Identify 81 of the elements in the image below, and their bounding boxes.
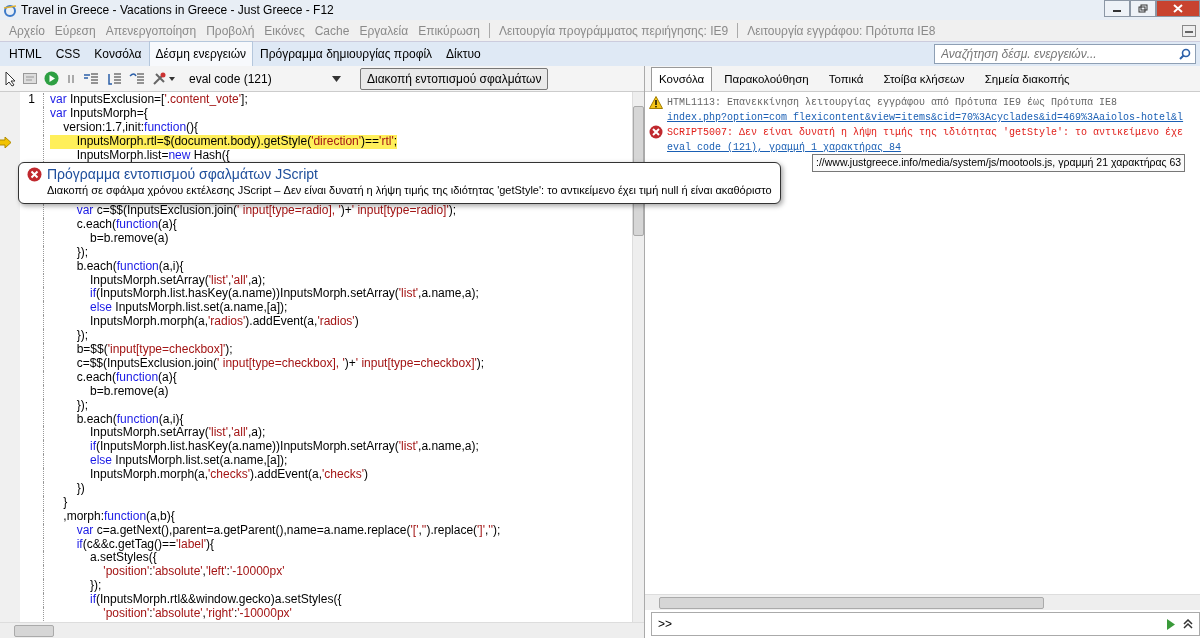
pause-icon[interactable] <box>66 72 76 85</box>
unpin-icon[interactable] <box>1182 24 1196 37</box>
tab[interactable]: Πρόγραμμα δημιουργίας προφίλ <box>253 41 440 66</box>
run-icon[interactable] <box>1167 618 1175 630</box>
code-line: b.each(function(a,i){ <box>75 412 184 427</box>
window-title: Travel in Greece - Vacations in Greece - Just Greece - F12 <box>21 2 335 19</box>
console-input[interactable]: >> <box>651 612 1200 636</box>
pointer-icon[interactable] <box>4 70 16 87</box>
tools-dropdown-icon[interactable] <box>152 71 176 86</box>
search-field[interactable]: Αναζήτηση δέσμ. ενεργειών... <box>934 44 1196 64</box>
code-line: if(InputsMorph.list.hasKey(a.name))InputsMorph.setArray('list',a.name,a); <box>89 440 479 455</box>
code-line: else InputsMorph.list.set(a.name,[a]); <box>89 301 288 316</box>
search-icon <box>1179 48 1191 60</box>
script-dropdown[interactable]: eval code (121) <box>183 69 343 88</box>
tab[interactable]: CSS <box>48 41 88 66</box>
code-line: c=$$(InputsExclusion.join(' input[type=checkbox], ')+' input[type=checkbox]'); <box>75 356 485 371</box>
play-icon[interactable] <box>44 71 59 86</box>
console-message: HTML1113: Επανεκκίνηση λειτουργίας εγγράφου από Πρότυπα IE9 έως Πρότυπα IE8 <box>667 96 1119 110</box>
code-line: b=b.remove(a) <box>90 231 169 246</box>
code-line: if(InputsMorph.rtl&&window.gecko)a.setStyles({ <box>89 593 342 607</box>
code-line: c.each(function(a){ <box>75 370 177 385</box>
code-line: c.each(function(a){ <box>75 218 177 232</box>
tab[interactable]: Δέσμη ενεργειών <box>148 41 254 66</box>
popup-title: Πρόγραμμα εντοπισμού σφαλμάτων JScript <box>47 166 318 184</box>
maximize-button[interactable] <box>1130 0 1156 17</box>
line-number: 1 <box>28 92 35 106</box>
source-link[interactable]: eval code (121), γραμμή 1 χαρακτήρας 84 <box>667 140 902 155</box>
tab[interactable]: Κονσόλα <box>87 41 149 66</box>
code-line: } <box>62 495 68 510</box>
console-message: SCRIPT5007: Δεν είναι δυνατή η λήψη τιμής της ιδιότητας 'getStyle': το αντικείμενο έχε <box>667 126 1184 140</box>
code-line: var InputsMorph={ <box>50 106 148 121</box>
code-line: }); <box>89 579 102 594</box>
code-line: }); <box>75 245 88 260</box>
tab[interactable]: Δίκτυο <box>439 41 488 66</box>
code-line: InputsMorph.morph(a,'checks').addEvent(a,'checks') <box>89 468 368 482</box>
step-over-icon[interactable] <box>106 71 122 86</box>
tooltip: ://www.justgreece.info/media/system/js/mootools.js, γραμμή 21 χαρακτήρας 63 <box>812 154 1186 172</box>
code-line: b=b.remove(a) <box>90 384 169 399</box>
console-tab[interactable]: Κονσόλα <box>651 66 713 91</box>
code-line: }); <box>75 329 88 344</box>
console-tab[interactable]: Σημεία διακοπής <box>976 66 1078 91</box>
code-line: ,morph:function(a,b){ <box>62 509 175 524</box>
code-line: b=$$('input[type=checkbox]'); <box>75 343 233 357</box>
code-line: if(InputsMorph.list.hasKey(a.name))InputsMorph.setArray('list',a.name,a); <box>89 287 479 302</box>
source-link[interactable]: index.php?option=com flexicontent&view=items&cid=70%3Acyclades&id=469%3Aaiolos-hotel&l <box>667 110 1184 125</box>
close-button[interactable] <box>1156 0 1200 17</box>
error-icon <box>649 125 663 140</box>
code-line: }); <box>75 398 88 413</box>
code-line: 'position':'absolute','right':'-10000px' <box>103 606 292 621</box>
code-line: b.each(function(a,i){ <box>75 259 184 274</box>
break-button[interactable]: Διακοπή εντοπισμού σφαλμάτων <box>360 67 549 90</box>
horizontal-scrollbar[interactable] <box>645 594 1200 610</box>
console-tab[interactable]: Τοπικά <box>820 66 872 91</box>
warning-icon <box>649 95 663 109</box>
code-line: a.setStyles({ <box>90 551 157 566</box>
code-line: if(c&&c.getTag()=='label'){ <box>75 537 214 552</box>
code-line: InputsMorph.list=new Hash({ <box>75 148 230 163</box>
error-icon <box>27 167 42 183</box>
code-line: InputsMorph.setArray('list','all',a); <box>90 273 266 288</box>
popup-message: Διακοπή σε σφάλμα χρόνου εκτέλεσης JScript – Δεν είναι δυνατή η λήψη τιμής της ιδιότητας 'getStyle': το αντικείμενο έχει τιμή null ή είναι ακαθόριστο <box>47 183 772 198</box>
code-line: InputsMorph.setArray('list','all',a); <box>90 426 266 441</box>
code-line: 'position':'absolute','left':'-10000px' <box>102 565 285 580</box>
caret-icon <box>332 75 341 82</box>
console-tab[interactable]: Στοίβα κλήσεων <box>875 66 973 91</box>
horizontal-scrollbar[interactable] <box>0 622 644 638</box>
minimize-button[interactable] <box>1104 0 1130 17</box>
console-tab[interactable]: Παρακολούθηση <box>716 66 817 91</box>
expand-icon[interactable] <box>1183 619 1193 629</box>
browser-logo-icon <box>3 3 17 17</box>
restore-icon <box>1138 4 1148 13</box>
step-into-icon[interactable] <box>83 72 99 85</box>
step-out-icon[interactable] <box>129 72 145 85</box>
code-line: var InputsExclusion=['.content_vote']; <box>50 93 248 107</box>
code-line: else InputsMorph.list.set(a.name,[a]); <box>89 454 288 469</box>
code-line: var c=a.getNext(),parent=a.getParent(),name=a.name.replace('[','').replace(']',''); <box>76 523 501 538</box>
code-line: InputsMorph.morph(a,'radios').addEvent(a,'radios') <box>89 315 359 330</box>
code-line: version:1.7,init:function(){ <box>62 120 199 135</box>
code-line: }) <box>75 481 85 496</box>
tab[interactable]: HTML <box>2 41 49 66</box>
close-icon <box>1173 4 1183 13</box>
code-line: var c=$$(InputsExclusion.join(' input[type=radio], ')+' input[type=radio]'); <box>75 204 457 219</box>
